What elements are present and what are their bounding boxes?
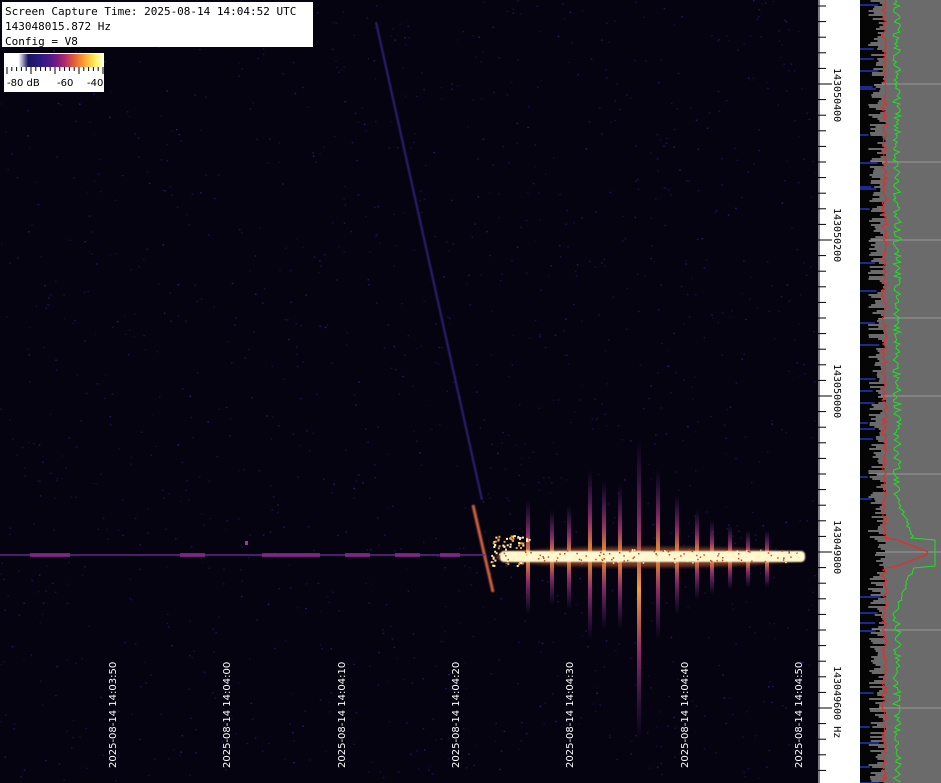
capture-time: Screen Capture Time: 2025-08-14 14:04:52…: [5, 5, 297, 18]
noise-speckle: [0, 0, 817, 782]
frequency-scale: 143050400 143050200 143050000 143049800 …: [818, 0, 860, 783]
freq-label-4: 143049800: [831, 520, 842, 575]
sideband-stripes: [490, 440, 769, 740]
spectrum-plot: [860, 0, 941, 783]
time-label-1: 2025-08-14 14:03:50: [108, 661, 119, 768]
waterfall-plot: [0, 0, 817, 782]
spectrum-panel: [860, 0, 941, 783]
freq-label-2: 143050200: [831, 208, 842, 263]
doppler-slash: [471, 504, 495, 593]
time-label-2: 2025-08-14 14:04:00: [222, 661, 233, 768]
diagonal-track: [375, 21, 483, 501]
time-label-5: 2025-08-14 14:04:30: [565, 661, 576, 768]
freq-label-3: 143050000: [831, 364, 842, 419]
time-label-7: 2025-08-14 14:04:50: [794, 661, 805, 768]
waterfall-display[interactable]: Screen Capture Time: 2025-08-14 14:04:52…: [0, 0, 818, 783]
info-box: Screen Capture Time: 2025-08-14 14:04:52…: [2, 2, 313, 48]
colorbar-label-mid: -60: [57, 78, 74, 89]
colorbar-gradient: [7, 54, 103, 67]
colorbar-label-max: -40: [87, 78, 104, 89]
time-label-4: 2025-08-14 14:04:20: [451, 661, 462, 768]
colorbar-ticks: [6, 67, 104, 74]
colorbar-legend: -80 dB -60 -40: [4, 53, 104, 92]
center-frequency: 143048015.872 Hz: [5, 20, 111, 33]
time-label-6: 2025-08-14 14:04:40: [680, 661, 691, 768]
freq-label-5: 143049600 Hz: [831, 666, 842, 739]
freq-label-1: 143050400: [831, 68, 842, 123]
time-label-3: 2025-08-14 14:04:10: [337, 661, 348, 768]
config-label: Config = V8: [5, 35, 78, 48]
colorbar-label-min: -80 dB: [7, 78, 40, 89]
